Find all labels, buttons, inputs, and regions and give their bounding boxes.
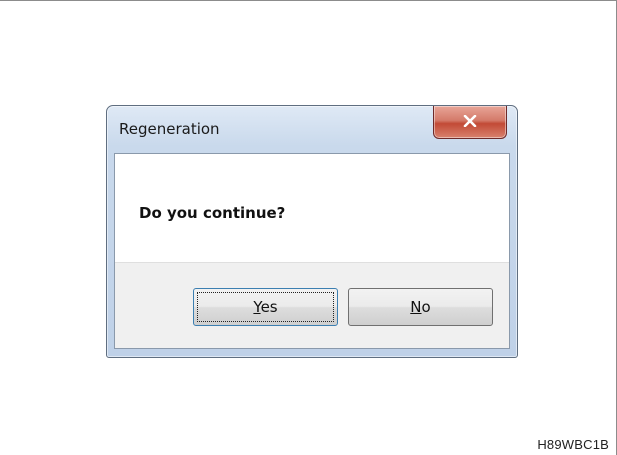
no-button[interactable]: No [348, 288, 493, 326]
button-bar: Yes No [115, 262, 509, 348]
no-label: o [421, 298, 431, 316]
yes-button[interactable]: Yes [193, 288, 338, 326]
no-mnemonic: N [410, 298, 422, 316]
regeneration-dialog: Regeneration Do you continue? Yes No [106, 105, 518, 358]
close-button[interactable] [433, 106, 507, 139]
dialog-message: Do you continue? [139, 204, 286, 222]
dialog-body: Do you continue? Yes No [114, 153, 510, 349]
figure-code: H89WBC1B [537, 437, 609, 452]
yes-mnemonic: Y [253, 298, 261, 316]
yes-label: es [260, 298, 278, 316]
close-icon [463, 115, 477, 127]
dialog-title: Regeneration [119, 120, 220, 138]
dialog-titlebar[interactable]: Regeneration [107, 106, 517, 152]
